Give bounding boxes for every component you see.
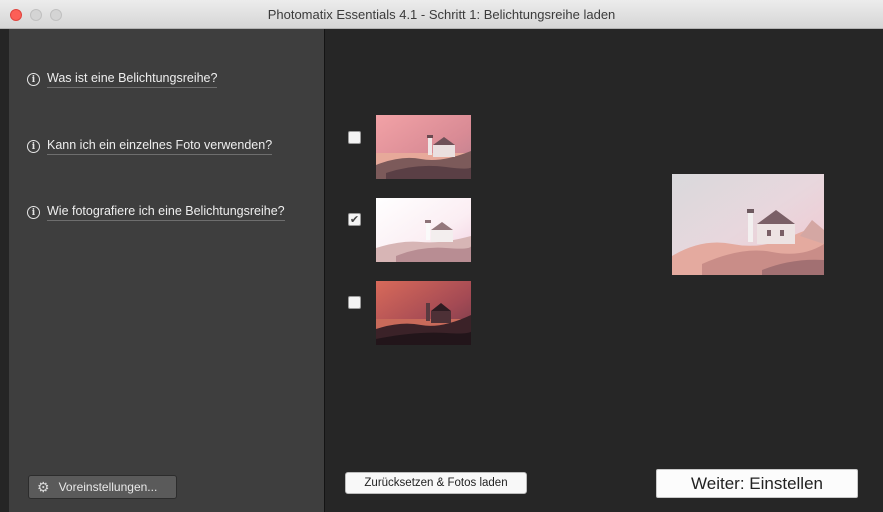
- exposure-checkbox-checked[interactable]: ✔: [348, 213, 361, 226]
- reset-and-load-photos-button[interactable]: Zurücksetzen & Fotos laden: [345, 472, 527, 494]
- exposure-thumbnail-bright[interactable]: [376, 198, 471, 262]
- window-title: Photomatix Essentials 4.1 - Schritt 1: B…: [267, 7, 616, 22]
- info-icon: i: [27, 73, 40, 86]
- exposure-row: [325, 115, 485, 179]
- help-link-how-to-shoot-bracketing[interactable]: i Wie fotografiere ich eine Belichtungsr…: [27, 204, 285, 221]
- exposure-row: [325, 281, 485, 345]
- info-icon: i: [27, 140, 40, 153]
- main-panel: ✔ Zurücksetzen & Fotos laden Weiter: Ein…: [325, 29, 883, 512]
- help-link-single-photo[interactable]: i Kann ich ein einzelnes Foto verwenden?: [27, 138, 273, 155]
- exposure-checkbox[interactable]: [348, 131, 361, 144]
- gear-icon: ⚙: [37, 478, 50, 495]
- exposure-row: ✔: [325, 198, 485, 262]
- info-icon: i: [27, 206, 40, 219]
- title-bar[interactable]: Photomatix Essentials 4.1 - Schritt 1: B…: [0, 0, 883, 29]
- preferences-button[interactable]: ⚙ Voreinstellungen...: [28, 475, 177, 499]
- preview-image: [672, 174, 824, 275]
- preferences-label: Voreinstellungen...: [58, 480, 158, 494]
- help-link-label[interactable]: Kann ich ein einzelnes Foto verwenden?: [47, 138, 273, 155]
- exposure-thumbnail-normal[interactable]: [376, 115, 471, 179]
- next-settings-button[interactable]: Weiter: Einstellen: [656, 469, 858, 498]
- help-link-label[interactable]: Wie fotografiere ich eine Belichtungsrei…: [47, 204, 285, 221]
- help-link-what-is-bracketing[interactable]: i Was ist eine Belichtungsreihe?: [27, 71, 218, 88]
- exposure-checkbox[interactable]: [348, 296, 361, 309]
- app-window: Photomatix Essentials 4.1 - Schritt 1: B…: [0, 0, 883, 512]
- exposure-thumbnail-dark[interactable]: [376, 281, 471, 345]
- help-link-label[interactable]: Was ist eine Belichtungsreihe?: [47, 71, 218, 88]
- sidebar: i Was ist eine Belichtungsreihe? i Kann …: [9, 29, 324, 512]
